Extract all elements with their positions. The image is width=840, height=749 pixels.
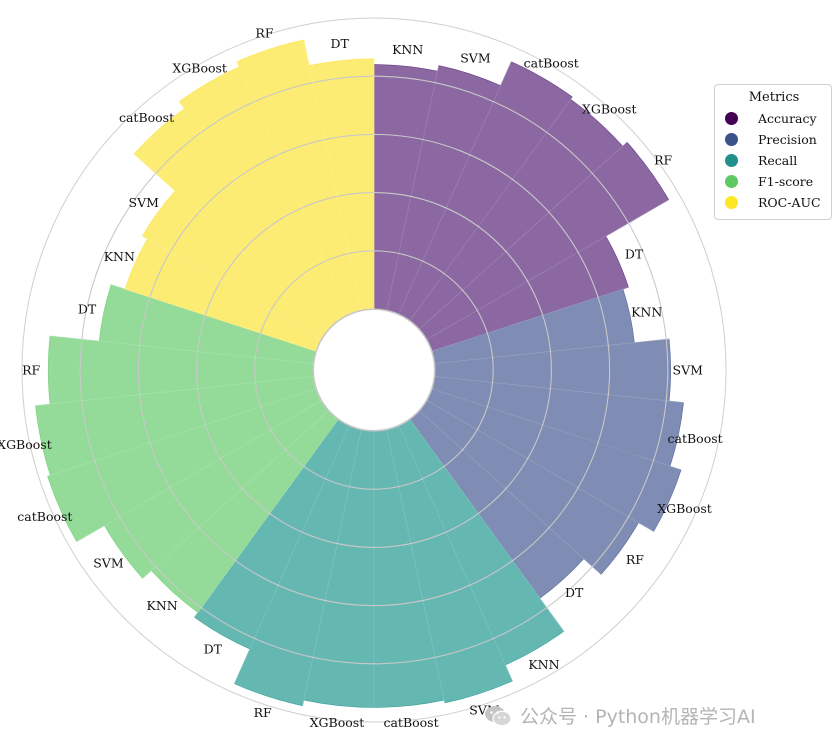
model-label: catBoost (17, 509, 72, 524)
legend-title: Metrics (748, 90, 800, 105)
model-label: RF (626, 552, 644, 567)
model-label: RF (254, 705, 272, 720)
model-label: XGBoost (172, 61, 227, 76)
model-label: catBoost (668, 431, 723, 446)
watermark: 公众号 · Python机器学习AI (484, 702, 756, 729)
legend-label-precision: Precision (758, 132, 817, 147)
legend-item-recall: Recall (725, 150, 823, 171)
legend-label-recall: Recall (758, 153, 798, 168)
model-label: XGBoost (310, 715, 365, 730)
model-label: KNN (631, 305, 662, 320)
model-label: catBoost (119, 110, 174, 125)
legend-item-precision: Precision (725, 129, 823, 150)
model-label: catBoost (383, 715, 438, 730)
model-label: DT (204, 642, 223, 657)
model-label: DT (565, 585, 584, 600)
legend-label-f1-score: F1-score (758, 174, 814, 189)
model-label: KNN (104, 249, 135, 264)
model-label: KNN (392, 42, 423, 57)
model-label: XGBoost (582, 101, 637, 116)
model-label: RF (22, 363, 40, 378)
legend-item-roc-auc: ROC-AUC (725, 192, 823, 213)
model-label: SVM (93, 555, 124, 570)
legend-swatch-precision (725, 133, 738, 146)
legend-swatch-accuracy (725, 112, 738, 125)
legend-label-accuracy: Accuracy (758, 111, 817, 126)
model-label: XGBoost (657, 501, 712, 516)
wechat-icon (485, 705, 512, 726)
model-label: RF (654, 152, 672, 167)
model-label: KNN (528, 657, 559, 672)
legend-item-f1-score: F1-score (725, 171, 823, 192)
legend-swatch-f1-score (725, 175, 738, 188)
center-hole (312, 308, 436, 432)
legend-label-roc-auc: ROC-AUC (758, 195, 821, 210)
model-label: RF (255, 25, 273, 40)
model-label: XGBoost (0, 437, 52, 452)
legend-item-accuracy: Accuracy (725, 108, 823, 129)
legend-swatch-roc-auc (725, 196, 738, 209)
model-label: catBoost (524, 56, 579, 71)
watermark-text: 公众号 · Python机器学习AI (520, 706, 756, 728)
model-label: SVM (673, 363, 704, 378)
model-label: DT (331, 36, 350, 51)
model-label: DT (78, 302, 97, 317)
model-label: SVM (460, 50, 491, 65)
model-label: DT (625, 247, 644, 262)
legend: Metrics Accuracy Precision Recall F1-sco… (714, 84, 832, 220)
model-label: SVM (129, 195, 160, 210)
model-label: KNN (147, 598, 178, 613)
legend-swatch-recall (725, 154, 738, 167)
